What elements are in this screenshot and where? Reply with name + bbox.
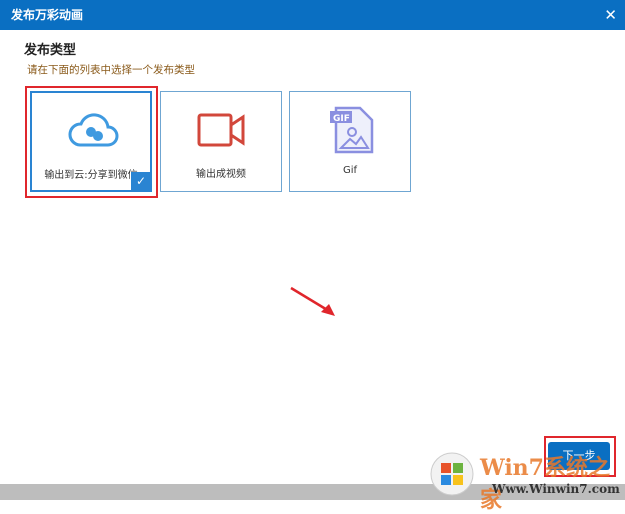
option-cloud-wechat[interactable]: 输出到云:分享到微信 ✓ xyxy=(30,91,152,192)
check-icon: ✓ xyxy=(131,172,151,191)
title-bar: 发布万彩动画 ✕ xyxy=(0,0,625,30)
section-subtitle: 请在下面的列表中选择一个发布类型 xyxy=(27,64,195,76)
option-label: 输出成视频 xyxy=(196,169,246,180)
close-icon[interactable]: ✕ xyxy=(604,0,617,30)
option-gif[interactable]: GIF Gif xyxy=(289,91,411,192)
option-label: Gif xyxy=(342,165,358,176)
video-camera-icon xyxy=(197,113,245,147)
option-video[interactable]: 输出成视频 xyxy=(160,91,282,192)
svg-text:GIF: GIF xyxy=(333,114,350,124)
bottom-bar xyxy=(0,484,625,500)
arrow-annotation xyxy=(290,286,335,316)
section-heading: 发布类型 xyxy=(24,43,77,58)
gif-file-icon: GIF xyxy=(330,106,374,154)
cloud-wechat-icon xyxy=(68,113,119,147)
window-title: 发布万彩动画 xyxy=(11,8,84,22)
next-button[interactable]: 下一步 xyxy=(548,442,610,470)
